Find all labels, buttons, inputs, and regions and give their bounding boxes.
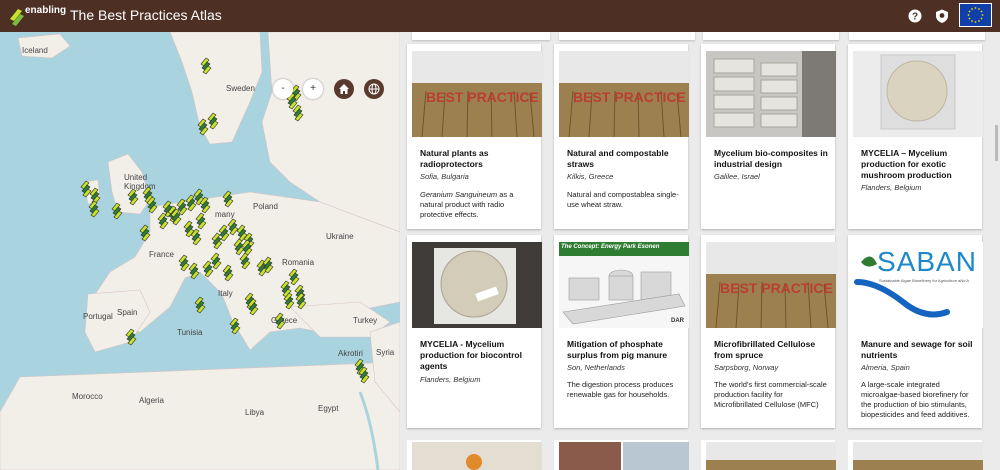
saban-logo-text: SABAN: [877, 246, 977, 277]
card-thumbnail: [706, 51, 836, 137]
practice-card[interactable]: [554, 440, 689, 470]
card-title: Microfibrillated Cellulose from spruce: [714, 339, 816, 360]
practice-card[interactable]: BEST PRACTICE Microfibrillated Cellulose…: [701, 235, 836, 428]
card-stub: [559, 32, 695, 40]
card-title: Natural and compostable straws: [567, 148, 669, 169]
card-thumbnail: [853, 442, 983, 470]
svg-text:?: ?: [912, 12, 918, 23]
help-icon[interactable]: ?: [907, 8, 923, 24]
practice-card[interactable]: Mycelium bio-composites in industrial de…: [701, 44, 836, 229]
logo-text: enabling: [25, 5, 67, 16]
map-marker-icon[interactable]: [185, 194, 197, 212]
map-marker-icon[interactable]: [239, 252, 251, 270]
card-location: Sofia, Bulgaria: [420, 172, 469, 181]
card-location: Kilkis, Greece: [567, 172, 614, 181]
map-marker-icon[interactable]: [88, 200, 100, 218]
eu-flag-icon[interactable]: [959, 3, 992, 27]
card-thumbnail: BEST PRACTICE: [559, 51, 689, 137]
practice-card[interactable]: BEST PRACTICE Natural plants as radiopro…: [407, 44, 542, 229]
map-marker-icon[interactable]: [80, 180, 92, 198]
map-marker-icon[interactable]: [188, 262, 200, 280]
home-button[interactable]: [334, 79, 354, 99]
card-thumbnail: BEST PRACTICE: [706, 242, 836, 328]
card-thumbnail: [412, 242, 542, 328]
map-marker-icon[interactable]: [274, 312, 286, 330]
map-marker-icon[interactable]: [178, 254, 190, 272]
card-thumbnail: [412, 442, 542, 470]
card-location: Flanders, Belgium: [861, 183, 922, 192]
card-stub: [703, 32, 839, 40]
map-panel[interactable]: Iceland Sweden United Kingdom Poland Ukr…: [0, 32, 400, 470]
practice-card[interactable]: MYCELIA - Mycelium production for biocon…: [407, 235, 542, 428]
card-thumbnail: BEST PRACTICE: [412, 51, 542, 137]
practice-card[interactable]: BEST PRACTICE Natural and compostable st…: [554, 44, 689, 229]
zoom-in-button[interactable]: +: [303, 79, 323, 99]
page-title: The Best Practices Atlas: [70, 7, 222, 23]
scrollbar-thumb[interactable]: [995, 125, 998, 161]
card-description: Geranium Sanguineum as a natural product…: [420, 190, 514, 219]
practice-card[interactable]: The Concept: Energy Park Esonen DAR Miti…: [554, 235, 689, 428]
map-marker-icon[interactable]: [288, 268, 300, 286]
card-stub: [849, 32, 985, 40]
map-marker-icon[interactable]: [210, 252, 222, 270]
card-location: Sarpsborg, Norway: [714, 363, 779, 372]
map-marker-icon[interactable]: [176, 198, 188, 216]
map-marker-icon[interactable]: [292, 104, 304, 122]
card-title: Manure and sewage for soil nutrients: [861, 339, 973, 360]
card-description: The digestion process produces renewable…: [567, 380, 674, 399]
map-marker-icon[interactable]: [111, 202, 123, 220]
map-marker-icon[interactable]: [233, 238, 245, 256]
card-thumbnail: SABAN Sustainable Algae Biorefinery for …: [853, 242, 983, 328]
saban-tagline: Sustainable Algae Biorefinery for Agricu…: [879, 278, 970, 283]
card-location: Galilee, Israel: [714, 172, 760, 181]
app-header: enabling The Best Practices Atlas ?: [0, 0, 1000, 32]
best-practice-watermark: BEST PRACTICE: [573, 89, 686, 105]
thumbnail-brand: DAR: [671, 318, 684, 324]
best-practice-watermark: BEST PRACTICE: [426, 89, 539, 105]
map-marker-icon[interactable]: [222, 190, 234, 208]
map-marker-icon[interactable]: [139, 224, 151, 242]
map-marker-icon[interactable]: [127, 188, 139, 206]
best-practice-watermark: BEST PRACTICE: [720, 280, 833, 296]
map-marker-icon[interactable]: [197, 118, 209, 136]
home-icon: [339, 84, 349, 94]
card-description: The world’s first commercial-scale produ…: [714, 380, 827, 409]
card-location: Almeria, Spain: [861, 363, 910, 372]
map-marker-icon[interactable]: [202, 260, 214, 278]
practice-card[interactable]: [848, 440, 983, 470]
card-title: Mitigation of phosphate surplus from pig…: [567, 339, 668, 360]
card-thumbnail: The Concept: Energy Park Esonen DAR: [559, 242, 689, 328]
map-marker-icon[interactable]: [125, 328, 137, 346]
card-title: MYCELIA - Mycelium production for biocon…: [420, 339, 522, 371]
card-title: Mycelium bio-composites in industrial de…: [714, 148, 828, 169]
card-description: Natural and compostablea single-use whea…: [567, 190, 679, 209]
thumbnail-caption: The Concept: Energy Park Esonen: [561, 244, 660, 250]
map-marker-icon[interactable]: [222, 264, 234, 282]
zoom-out-button[interactable]: -: [273, 79, 293, 99]
map-marker-icon[interactable]: [194, 296, 206, 314]
card-thumbnail: [559, 442, 689, 470]
card-thumbnail: [706, 442, 836, 470]
card-description: A large-scale integrated microalgae-base…: [861, 380, 970, 419]
privacy-shield-icon[interactable]: [934, 8, 950, 24]
practice-card[interactable]: SABAN Sustainable Algae Biorefinery for …: [848, 235, 983, 428]
card-title: MYCELIA – Mycelium production for exotic…: [861, 148, 952, 180]
globe-icon: [368, 83, 380, 95]
map-marker-icon[interactable]: [195, 212, 207, 230]
card-stub: [412, 32, 550, 40]
map-marker-icon[interactable]: [227, 218, 239, 236]
practice-card[interactable]: [701, 440, 836, 470]
map-marker-icon[interactable]: [200, 57, 212, 75]
globe-button[interactable]: [364, 79, 384, 99]
card-thumbnail: [853, 51, 983, 137]
map-marker-icon[interactable]: [207, 112, 219, 130]
card-location: Flanders, Belgium: [420, 375, 481, 384]
practice-card[interactable]: [407, 440, 542, 470]
card-title: Natural plants as radioprotectors: [420, 148, 489, 169]
practice-card[interactable]: MYCELIA – Mycelium production for exotic…: [848, 44, 983, 229]
map-marker-icon[interactable]: [229, 317, 241, 335]
card-location: Son, Netherlands: [567, 363, 625, 372]
